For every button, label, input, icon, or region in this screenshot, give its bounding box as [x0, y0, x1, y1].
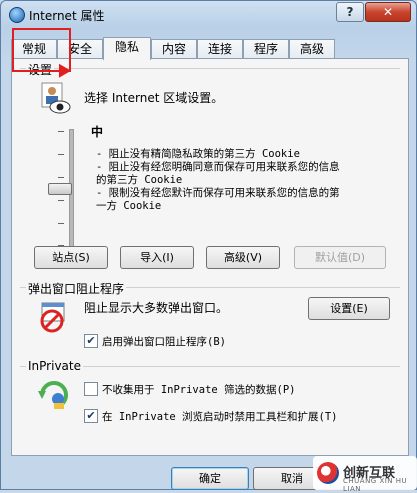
- slider-tick: [58, 223, 64, 224]
- slider-tick: [58, 131, 64, 132]
- tab-privacy[interactable]: 隐私: [103, 37, 151, 60]
- internet-globe-icon: [9, 7, 25, 23]
- settings-divider: [20, 68, 400, 69]
- tab-strip: 常规 安全 隐私 内容 连接 程序 高级: [11, 37, 411, 60]
- window-title: Internet 属性: [29, 9, 105, 23]
- watermark-subtext: CHUANG XIN HU LIAN: [343, 477, 408, 493]
- advanced-button[interactable]: 高级(V): [206, 246, 280, 269]
- enable-popup-blocker-checkbox[interactable]: ✔: [84, 334, 98, 348]
- settings-description: 选择 Internet 区域设置。: [84, 91, 224, 105]
- tab-connections[interactable]: 连接: [197, 39, 243, 59]
- inprivate-filter-data-checkbox[interactable]: [84, 382, 98, 396]
- popup-group-label: 弹出窗口阻止程序: [26, 280, 127, 297]
- sites-button[interactable]: 站点(S): [34, 246, 108, 269]
- watermark: 创新互联 CHUANG XIN HU LIAN: [313, 456, 417, 493]
- policy-line: 的第三方 Cookie: [96, 174, 183, 186]
- title-bar[interactable]: Internet 属性 ? ✕: [1, 1, 416, 29]
- slider-tick: [58, 154, 64, 155]
- privacy-level: 中: [91, 125, 104, 139]
- tab-advanced[interactable]: 高级: [289, 39, 335, 59]
- ok-button[interactable]: 确定: [171, 467, 249, 490]
- policy-line: - 阻止没有经您明确同意而保存可用来联系您的信息: [96, 161, 340, 173]
- enable-popup-blocker-label[interactable]: 启用弹出窗口阻止程序(B): [102, 334, 226, 349]
- inprivate-filter-data-label[interactable]: 不收集用于 InPrivate 筛选的数据(P): [102, 382, 296, 397]
- watermark-logo-icon: [317, 462, 339, 484]
- default-button[interactable]: 默认值(D): [294, 246, 386, 269]
- privacy-slider-thumb[interactable]: [48, 183, 72, 195]
- inprivate-disable-toolbars-label[interactable]: 在 InPrivate 浏览启动时禁用工具栏和扩展(T): [102, 409, 338, 424]
- policy-line: 一方 Cookie: [96, 200, 162, 212]
- import-button[interactable]: 导入(I): [120, 246, 194, 269]
- slider-tick: [58, 200, 64, 201]
- popup-settings-button[interactable]: 设置(E): [308, 297, 390, 320]
- close-button[interactable]: ✕: [365, 2, 411, 22]
- popup-blocker-icon: [40, 302, 65, 333]
- policy-line: - 阻止没有精简隐私政策的第三方 Cookie: [96, 148, 300, 160]
- popup-description: 阻止显示大多数弹出窗口。: [84, 301, 229, 315]
- slider-tick: [58, 177, 64, 178]
- tab-programs[interactable]: 程序: [243, 39, 289, 59]
- internet-properties-dialog: Internet 属性 ? ✕ 常规 安全 隐私 内容 连接 程序 高级 设置 …: [0, 0, 417, 490]
- inprivate-group-label: InPrivate: [26, 359, 83, 373]
- tab-content[interactable]: 内容: [151, 39, 197, 59]
- privacy-person-icon: [41, 82, 71, 114]
- privacy-panel: 设置 选择 Internet 区域设置。 中 - 阻止没有精简隐私政策的第三方 …: [11, 58, 409, 456]
- help-button[interactable]: ?: [336, 2, 364, 22]
- policy-line: - 限制没有经您默许而保存可用来联系您的信息的第: [96, 187, 340, 199]
- inprivate-disable-toolbars-checkbox[interactable]: ✔: [84, 409, 98, 423]
- inprivate-icon: [38, 381, 68, 409]
